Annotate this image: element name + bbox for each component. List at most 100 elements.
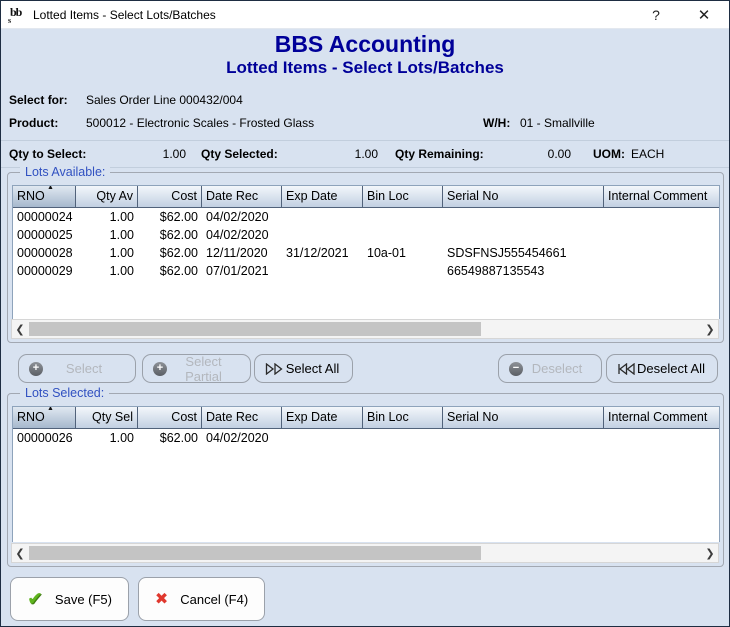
scrollbar-thumb[interactable] xyxy=(29,322,481,336)
table-cell: 1.00 xyxy=(109,431,134,445)
column-header-cost[interactable]: Cost xyxy=(138,407,202,429)
table-cell: 1.00 xyxy=(109,264,134,278)
table-cell: SDSFNSJ555454661 xyxy=(447,246,567,260)
dialog-window: bb s Lotted Items - Select Lots/Batches … xyxy=(0,0,730,627)
select-button[interactable]: + Select xyxy=(18,354,136,383)
save-button[interactable]: ✔ Save (F5) xyxy=(10,577,129,621)
table-cell xyxy=(604,226,719,244)
select-partial-button[interactable]: + Select Partial xyxy=(142,354,251,384)
table-cell xyxy=(363,226,443,244)
column-header-qty-sel[interactable]: Qty Sel xyxy=(76,407,138,429)
table-cell: 10a-01 xyxy=(367,246,406,260)
table-cell: 00000026 xyxy=(17,431,73,445)
warehouse-label: W/H: xyxy=(483,116,511,130)
scrollbar-thumb[interactable] xyxy=(29,546,481,560)
lots-available-group-label: Lots Available: xyxy=(20,165,111,179)
table-cell xyxy=(282,226,363,244)
column-header-bin-loc[interactable]: Bin Loc xyxy=(363,407,443,429)
table-cell: 66549887135543 xyxy=(447,264,545,278)
table-cell: 00000028 xyxy=(17,246,73,260)
lots-available-hscrollbar[interactable]: ❮ ❯ xyxy=(11,319,719,339)
product-label: Product: xyxy=(9,116,59,130)
close-icon[interactable]: ✕ xyxy=(687,1,721,29)
sort-ascending-icon: ▲ xyxy=(47,186,54,191)
table-cell xyxy=(443,208,604,226)
column-header-qty-av[interactable]: Qty Av xyxy=(76,186,138,208)
table-cell xyxy=(443,226,604,244)
product-value: 500012 - Electronic Scales - Frosted Gla… xyxy=(86,116,315,130)
table-cell: 07/01/2021 xyxy=(206,264,269,278)
lots-selected-group: Lots Selected: RNO ▲ Qty Sel Cost Date Rec Ex… xyxy=(7,386,724,567)
table-cell xyxy=(363,208,443,226)
column-header-date-rec[interactable]: Date Rec xyxy=(202,186,282,208)
table-cell xyxy=(282,262,363,280)
table-cell: $62.00 xyxy=(159,228,198,242)
qty-remaining-value: 0.00 xyxy=(547,147,571,161)
table-cell: 00000024 xyxy=(17,210,73,224)
select-for-label: Select for: xyxy=(9,93,68,107)
cancel-button[interactable]: ✖ Cancel (F4) xyxy=(138,577,265,621)
table-row[interactable]: 00000024 1.00 $62.00 04/02/2020 xyxy=(13,208,719,226)
column-header-exp-date[interactable]: Exp Date xyxy=(282,407,363,429)
double-left-arrow-icon xyxy=(617,362,635,375)
deselect-button[interactable]: − Deselect xyxy=(498,354,602,383)
bbs-app-icon: bb s xyxy=(8,4,22,25)
table-cell xyxy=(604,208,719,226)
circle-minus-icon: − xyxy=(509,361,523,376)
table-cell: 1.00 xyxy=(109,210,134,224)
table-cell xyxy=(443,429,604,447)
qty-to-select-value: 1.00 xyxy=(162,147,186,161)
app-title: BBS Accounting xyxy=(274,31,456,57)
column-header-internal-comment[interactable]: Internal Comment xyxy=(604,407,719,429)
table-row[interactable]: 00000025 1.00 $62.00 04/02/2020 xyxy=(13,226,719,244)
column-header-date-rec[interactable]: Date Rec xyxy=(202,407,282,429)
double-right-arrow-icon xyxy=(265,362,283,375)
table-cell: $62.00 xyxy=(159,431,198,445)
circle-plus-icon: + xyxy=(29,361,43,376)
window-title: Lotted Items - Select Lots/Batches xyxy=(33,7,216,22)
table-cell: 04/02/2020 xyxy=(206,210,269,224)
page-title: Lotted Items - Select Lots/Batches xyxy=(226,58,504,77)
title-bar[interactable]: bb s Lotted Items - Select Lots/Batches … xyxy=(1,1,729,29)
table-cell xyxy=(604,429,719,447)
table-cell xyxy=(604,262,719,280)
table-cell: $62.00 xyxy=(159,264,198,278)
help-button[interactable]: ? xyxy=(639,1,673,29)
column-header-serial-no[interactable]: Serial No xyxy=(443,186,604,208)
lots-selected-group-label: Lots Selected: xyxy=(20,386,110,400)
scroll-left-icon[interactable]: ❮ xyxy=(12,320,28,338)
table-cell: 1.00 xyxy=(109,246,134,260)
column-header-exp-date[interactable]: Exp Date xyxy=(282,186,363,208)
qty-remaining-label: Qty Remaining: xyxy=(395,147,484,161)
scroll-right-icon[interactable]: ❯ xyxy=(702,320,718,338)
table-cell: $62.00 xyxy=(159,246,198,260)
scroll-left-icon[interactable]: ❮ xyxy=(12,544,28,562)
column-header-bin-loc[interactable]: Bin Loc xyxy=(363,186,443,208)
select-all-button[interactable]: Select All xyxy=(254,354,353,383)
table-cell: 00000029 xyxy=(17,264,73,278)
scroll-right-icon[interactable]: ❯ xyxy=(702,544,718,562)
qty-to-select-label: Qty to Select: xyxy=(9,147,87,161)
table-cell: $62.00 xyxy=(159,210,198,224)
table-cell xyxy=(282,208,363,226)
column-header-serial-no[interactable]: Serial No xyxy=(443,407,604,429)
column-header-cost[interactable]: Cost xyxy=(138,186,202,208)
qty-selected-label: Qty Selected: xyxy=(201,147,278,161)
deselect-all-button[interactable]: Deselect All xyxy=(606,354,718,383)
table-cell: 04/02/2020 xyxy=(206,431,269,445)
table-cell xyxy=(363,262,443,280)
column-header-internal-comment[interactable]: Internal Comment xyxy=(604,186,719,208)
table-cell: 12/11/2020 xyxy=(206,246,268,260)
table-cell xyxy=(282,429,363,447)
uom-label: UOM: xyxy=(593,147,625,161)
qty-selected-value: 1.00 xyxy=(354,147,378,161)
table-row[interactable]: 00000026 1.00 $62.00 04/02/2020 xyxy=(13,429,719,447)
table-cell xyxy=(604,244,719,262)
column-header-rno[interactable]: RNO ▲ xyxy=(13,186,76,208)
lots-selected-hscrollbar[interactable]: ❮ ❯ xyxy=(11,543,719,563)
sort-ascending-icon: ▲ xyxy=(47,407,54,412)
table-row[interactable]: 00000028 1.00 $62.00 12/11/2020 31/12/2021 10… xyxy=(13,244,719,262)
column-header-rno[interactable]: RNO ▲ xyxy=(13,407,76,429)
table-cell: 04/02/2020 xyxy=(206,228,269,242)
table-row[interactable]: 00000029 1.00 $62.00 07/01/2021 665498871355… xyxy=(13,262,719,280)
